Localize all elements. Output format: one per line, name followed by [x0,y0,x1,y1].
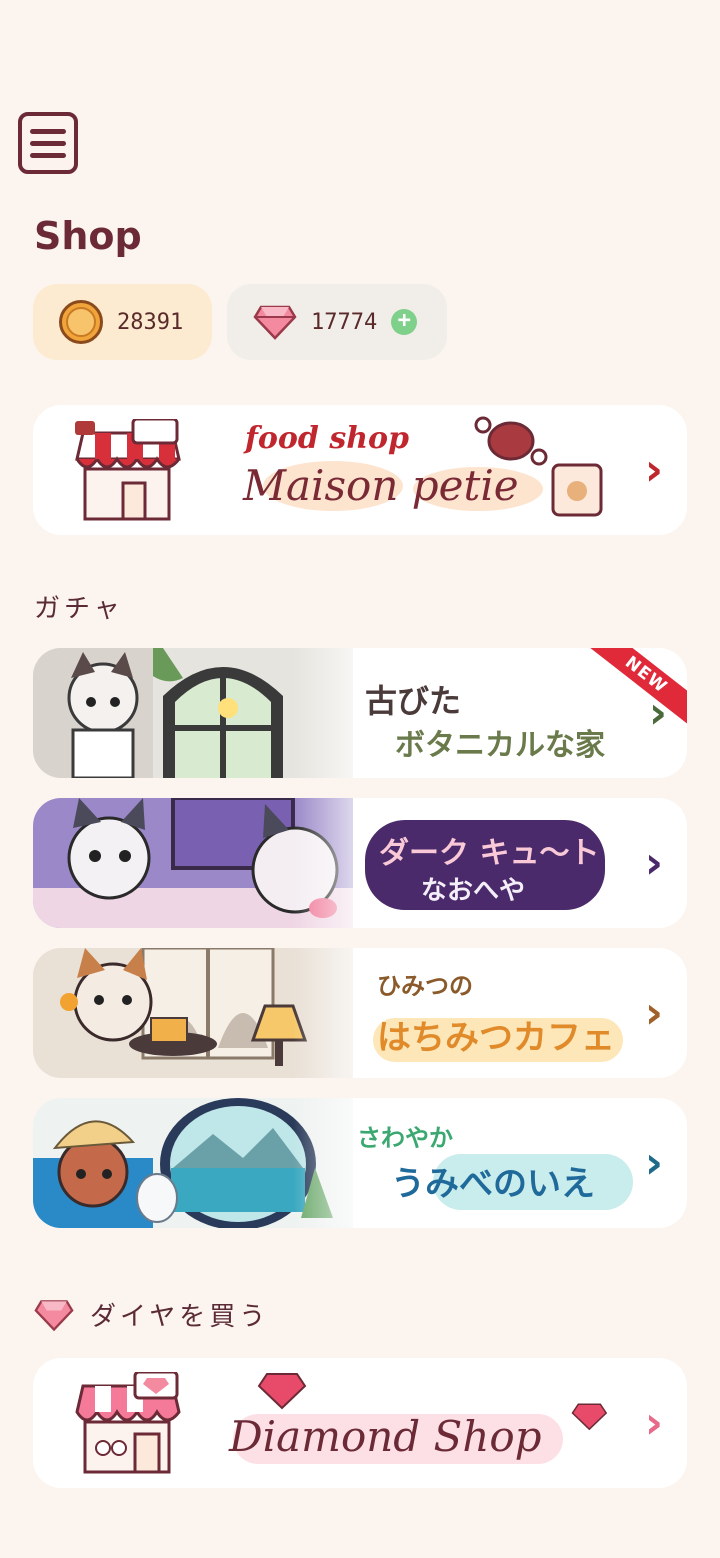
banner-title-line1: ひみつの [377,972,473,1000]
diamond-sparkle-icon [571,1403,608,1431]
gacha-section-label: ガチャ [34,594,124,624]
chevron-right-icon: › [644,1137,663,1189]
gacha-banner-seaside[interactable]: さわやか うみべのいえ › [33,1098,687,1228]
menu-icon [30,128,66,134]
diamond-shop-card[interactable]: Diamond Shop › [33,1358,687,1488]
diamond-balance: 17774 + [227,284,447,360]
food-shop-subtitle: food shop [245,421,410,456]
shop-icon [75,419,181,521]
diamond-sparkle-icon [257,1373,307,1410]
meat-icon [474,416,548,466]
gacha-banner-dark-cute[interactable]: ダーク キュ～ト なおへや › [33,798,687,928]
banner-title-line1: ダーク キュ～ト [379,836,600,871]
chevron-right-icon: › [648,687,667,739]
banner-title-line2: なおへや [421,876,526,906]
banner-title-line1: 古びた [365,682,462,720]
gacha-banner-honey-cafe[interactable]: ひみつの はちみつカフェ › [33,948,687,1078]
banner-title-line2: うみべのいえ [391,1164,595,1204]
diamond-shop-icon [75,1372,181,1474]
banner-title-line1: さわやか [357,1124,453,1152]
diamond-shop-title: Diamond Shop [229,1412,542,1461]
new-badge: NEW [578,648,687,732]
chevron-right-icon: › [644,837,663,889]
coin-balance: 28391 [33,284,212,360]
page-title: Shop [34,214,142,258]
menu-button[interactable] [18,112,78,174]
chevron-right-icon: › [644,987,663,1039]
diamond-amount: 17774 [311,309,378,335]
food-shop-card[interactable]: food shop Maison petie › [33,405,687,535]
banner-title-line2: ボタニカルな家 [395,728,605,763]
add-diamonds-button[interactable]: + [391,309,418,335]
diamond-section-header: ダイヤを買う [34,1296,269,1333]
chevron-right-icon: › [644,444,663,496]
diamond-section-label: ダイヤを買う [90,1302,270,1332]
chevron-right-icon: › [644,1397,663,1449]
banner-title-line2: はちみつカフェ [377,1018,615,1058]
coin-amount: 28391 [117,309,184,335]
gacha-banner-botanical[interactable]: 古びた ボタニカルな家 NEW › [33,648,687,778]
diamond-icon [253,304,297,340]
coin-icon [59,300,103,344]
diamond-icon [34,1299,74,1331]
pet-food-bag-icon [551,463,603,517]
